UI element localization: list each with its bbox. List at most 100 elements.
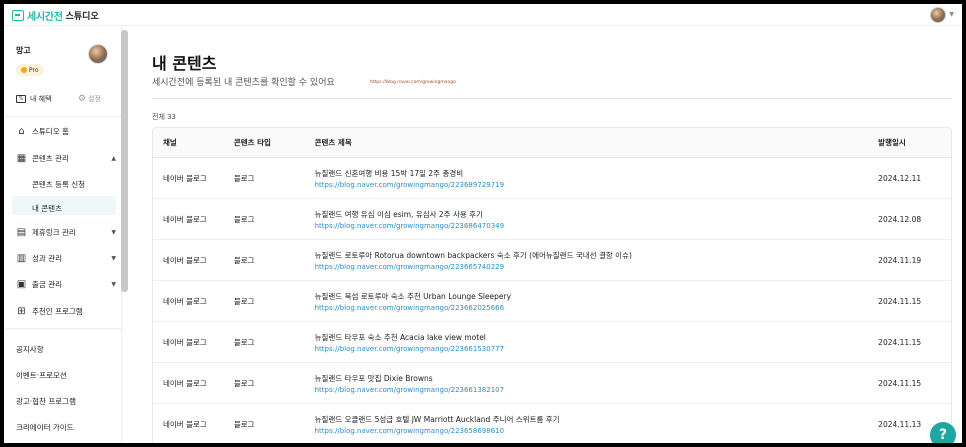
sidebar-item-content-management[interactable]: ▦ 콘텐츠 관리 ▲ <box>16 153 116 164</box>
user-avatar <box>88 44 108 64</box>
gear-icon: ⚙ <box>78 94 87 104</box>
logo-icon <box>12 10 24 21</box>
content-url-link[interactable]: https://blog.naver.com/growingmango/2236… <box>315 263 879 271</box>
cell-channel: 네이버 블로그 <box>163 378 207 388</box>
content-title[interactable]: 뉴질랜드 신혼여행 비용 15박 17일 2주 총경비 <box>315 168 879 179</box>
cell-content-title: 뉴질랜드 로토루아 Rotorua downtown backpackers 숙… <box>315 250 879 271</box>
content-title[interactable]: 뉴질랜드 타우포 숙소 추천 Acacia lake view motel <box>315 332 879 343</box>
chevron-down-icon[interactable]: ▼ <box>949 11 954 18</box>
user-name: 망고 <box>16 46 31 55</box>
benefit-link[interactable]: % 내 혜택 <box>16 94 52 104</box>
cell-channel: 네이버 블로그 <box>163 419 207 429</box>
content-url-link[interactable]: https://blog.naver.com/growingmango/2236… <box>315 181 879 189</box>
cell-content-type: 블로그 <box>233 337 255 347</box>
wallet-icon: ▣ <box>16 279 27 290</box>
chevron-down-icon: ▼ <box>111 255 116 262</box>
content-url-link[interactable]: https://blog.naver.com/growingmango/2236… <box>315 427 879 435</box>
cell-published-date: 2024.12.08 <box>878 214 922 224</box>
cell-published-date: 2024.12.11 <box>878 173 922 183</box>
sidebar-item-label: 스튜디오 홈 <box>32 127 69 136</box>
sidebar-link-events[interactable]: 이벤트·프로모션 <box>16 370 67 381</box>
page-title: 내 콘텐츠 <box>152 54 217 73</box>
badge-icon <box>21 67 27 73</box>
table-row[interactable]: 네이버 블로그 블로그 뉴질랜드 타우포 맛집 Dixie Browns https:… <box>153 363 951 404</box>
table-row[interactable]: 네이버 블로그 블로그 뉴질랜드 오클랜드 5성급 호텔 JW Marriott A… <box>153 404 951 443</box>
percent-icon: % <box>16 95 26 103</box>
sidebar-item-affiliate-links[interactable]: ▤ 제휴링크 관리 ▼ <box>16 227 116 238</box>
cell-published-date: 2024.11.19 <box>878 255 922 265</box>
sidebar-link-ads[interactable]: 광고·협찬 프로그램 <box>16 396 76 407</box>
content-title[interactable]: 뉴질랜드 로토루아 Rotorua downtown backpackers 숙… <box>315 250 879 261</box>
chevron-down-icon: ▼ <box>111 281 116 288</box>
cell-content-title: 뉴질랜드 타우포 숙소 추천 Acacia lake view motel htt… <box>315 332 879 353</box>
divider <box>4 116 122 117</box>
content-title[interactable]: 뉴질랜드 북섬 로토루아 숙소 추천 Urban Lounge Sleepery <box>315 291 879 302</box>
sidebar-item-label: 추천인 프로그램 <box>32 307 83 316</box>
sidebar-scrollbar[interactable] <box>121 30 128 292</box>
table-row[interactable]: 네이버 블로그 블로그 뉴질랜드 타우포 숙소 추천 Acacia lake vie… <box>153 322 951 363</box>
cell-content-title: 뉴질랜드 북섬 로토루아 숙소 추천 Urban Lounge Sleepery… <box>315 291 879 312</box>
cell-published-date: 2024.11.15 <box>878 296 922 306</box>
table-row[interactable]: 네이버 블로그 블로그 뉴질랜드 북섬 로토루아 숙소 추천 Urban Loung… <box>153 281 951 322</box>
cell-content-type: 블로그 <box>233 255 255 265</box>
sidebar-item-label: 제휴링크 관리 <box>32 228 76 237</box>
total-count: 전체 33 <box>152 113 177 121</box>
logo-sub: 스튜디오 <box>65 12 99 22</box>
url-annotation: https://blog.naver.com/growingmango <box>370 80 456 85</box>
settings-link[interactable]: ⚙ 설정 <box>78 94 101 104</box>
cell-content-type: 블로그 <box>233 419 255 429</box>
sidebar-link-guide[interactable]: 크리에이터 가이드 <box>16 422 74 433</box>
chart-doc-icon: ▥ <box>16 253 27 264</box>
content-title[interactable]: 뉴질랜드 오클랜드 5성급 호텔 JW Marriott Auckland 주니… <box>315 414 879 425</box>
divider <box>4 328 122 329</box>
sidebar-item-content-register[interactable]: 콘텐츠 등록 신청 <box>32 179 85 190</box>
content-url-link[interactable]: https://blog.naver.com/growingmango/2236… <box>315 345 879 353</box>
chevron-down-icon: ▼ <box>111 229 116 236</box>
app-window: 세시간전 스튜디오 ▼ 망고 Pro % 내 혜택 ⚙ 설정 ⌂ 스튜디오 홈 … <box>4 4 962 443</box>
cell-channel: 네이버 블로그 <box>163 337 207 347</box>
content-url-link[interactable]: https://blog.naver.com/growingmango/2236… <box>315 386 879 394</box>
header-channel: 채널 <box>163 138 177 147</box>
cell-channel: 네이버 블로그 <box>163 255 207 265</box>
content-url-link[interactable]: https://blog.naver.com/growingmango/2236… <box>315 222 879 230</box>
content-title[interactable]: 뉴질랜드 여행 유심 이심 esim, 유심사 2주 사용 후기 <box>315 209 879 220</box>
cell-content-type: 블로그 <box>233 378 255 388</box>
sidebar-item-performance[interactable]: ▥ 성과 관리 ▼ <box>16 253 116 264</box>
header-published-date: 발행일시 <box>878 138 906 147</box>
cell-content-type: 블로그 <box>233 296 255 306</box>
cell-published-date: 2024.11.15 <box>878 378 922 388</box>
top-bar: 세시간전 스튜디오 ▼ <box>4 4 962 26</box>
sidebar-item-referral[interactable]: ⊞ 추천인 프로그램 <box>16 306 116 317</box>
divider <box>152 98 952 99</box>
table-row[interactable]: 네이버 블로그 블로그 뉴질랜드 로토루아 Rotorua downtown bac… <box>153 240 951 281</box>
sidebar-item-label: 성과 관리 <box>32 254 62 263</box>
settings-label: 설정 <box>88 95 101 103</box>
table-row[interactable]: 네이버 블로그 블로그 뉴질랜드 여행 유심 이심 esim, 유심사 2주 사용 … <box>153 199 951 240</box>
content-table: 채널 콘텐츠 타입 콘텐츠 제목 발행일시 네이버 블로그 블로그 뉴질랜드 신혼여… <box>152 127 952 443</box>
sidebar-item-label: 출금 관리 <box>32 280 62 289</box>
sidebar-item-withdrawal[interactable]: ▣ 출금 관리 ▼ <box>16 279 116 290</box>
cell-channel: 네이버 블로그 <box>163 214 207 224</box>
cell-content-title: 뉴질랜드 여행 유심 이심 esim, 유심사 2주 사용 후기 https://… <box>315 209 879 230</box>
content-title[interactable]: 뉴질랜드 타우포 맛집 Dixie Browns <box>315 373 879 384</box>
avatar[interactable] <box>930 7 946 23</box>
logo[interactable]: 세시간전 스튜디오 <box>12 8 99 23</box>
gift-icon: ⊞ <box>17 306 26 317</box>
sidebar-item-active-bg <box>12 196 116 215</box>
content-url-link[interactable]: https://blog.naver.com/growingmango/2236… <box>315 304 879 312</box>
sidebar-item-label: 콘텐츠 관리 <box>32 154 69 163</box>
sidebar-item-studio-home[interactable]: ⌂ 스튜디오 홈 <box>16 126 116 137</box>
question-icon: ? <box>938 427 948 443</box>
home-icon: ⌂ <box>18 126 25 137</box>
sidebar-link-notice[interactable]: 공지사항 <box>16 344 44 355</box>
cell-channel: 네이버 블로그 <box>163 173 207 183</box>
table-row[interactable]: 네이버 블로그 블로그 뉴질랜드 신혼여행 비용 15박 17일 2주 총경비 htt… <box>153 158 951 199</box>
help-button[interactable]: ? <box>930 422 956 443</box>
cell-content-title: 뉴질랜드 오클랜드 5성급 호텔 JW Marriott Auckland 주니… <box>315 414 879 435</box>
sidebar-item-my-content[interactable]: 내 콘텐츠 <box>32 203 62 214</box>
link-doc-icon: ▤ <box>16 227 27 238</box>
main-content: 내 콘텐츠 세시간전에 등록된 내 콘텐츠를 확인할 수 있어요 https:/… <box>130 26 962 443</box>
cell-content-title: 뉴질랜드 타우포 맛집 Dixie Browns https://blog.nav… <box>315 373 879 394</box>
header-content-title: 콘텐츠 제목 <box>314 138 352 147</box>
pro-badge-label: Pro <box>29 66 39 74</box>
